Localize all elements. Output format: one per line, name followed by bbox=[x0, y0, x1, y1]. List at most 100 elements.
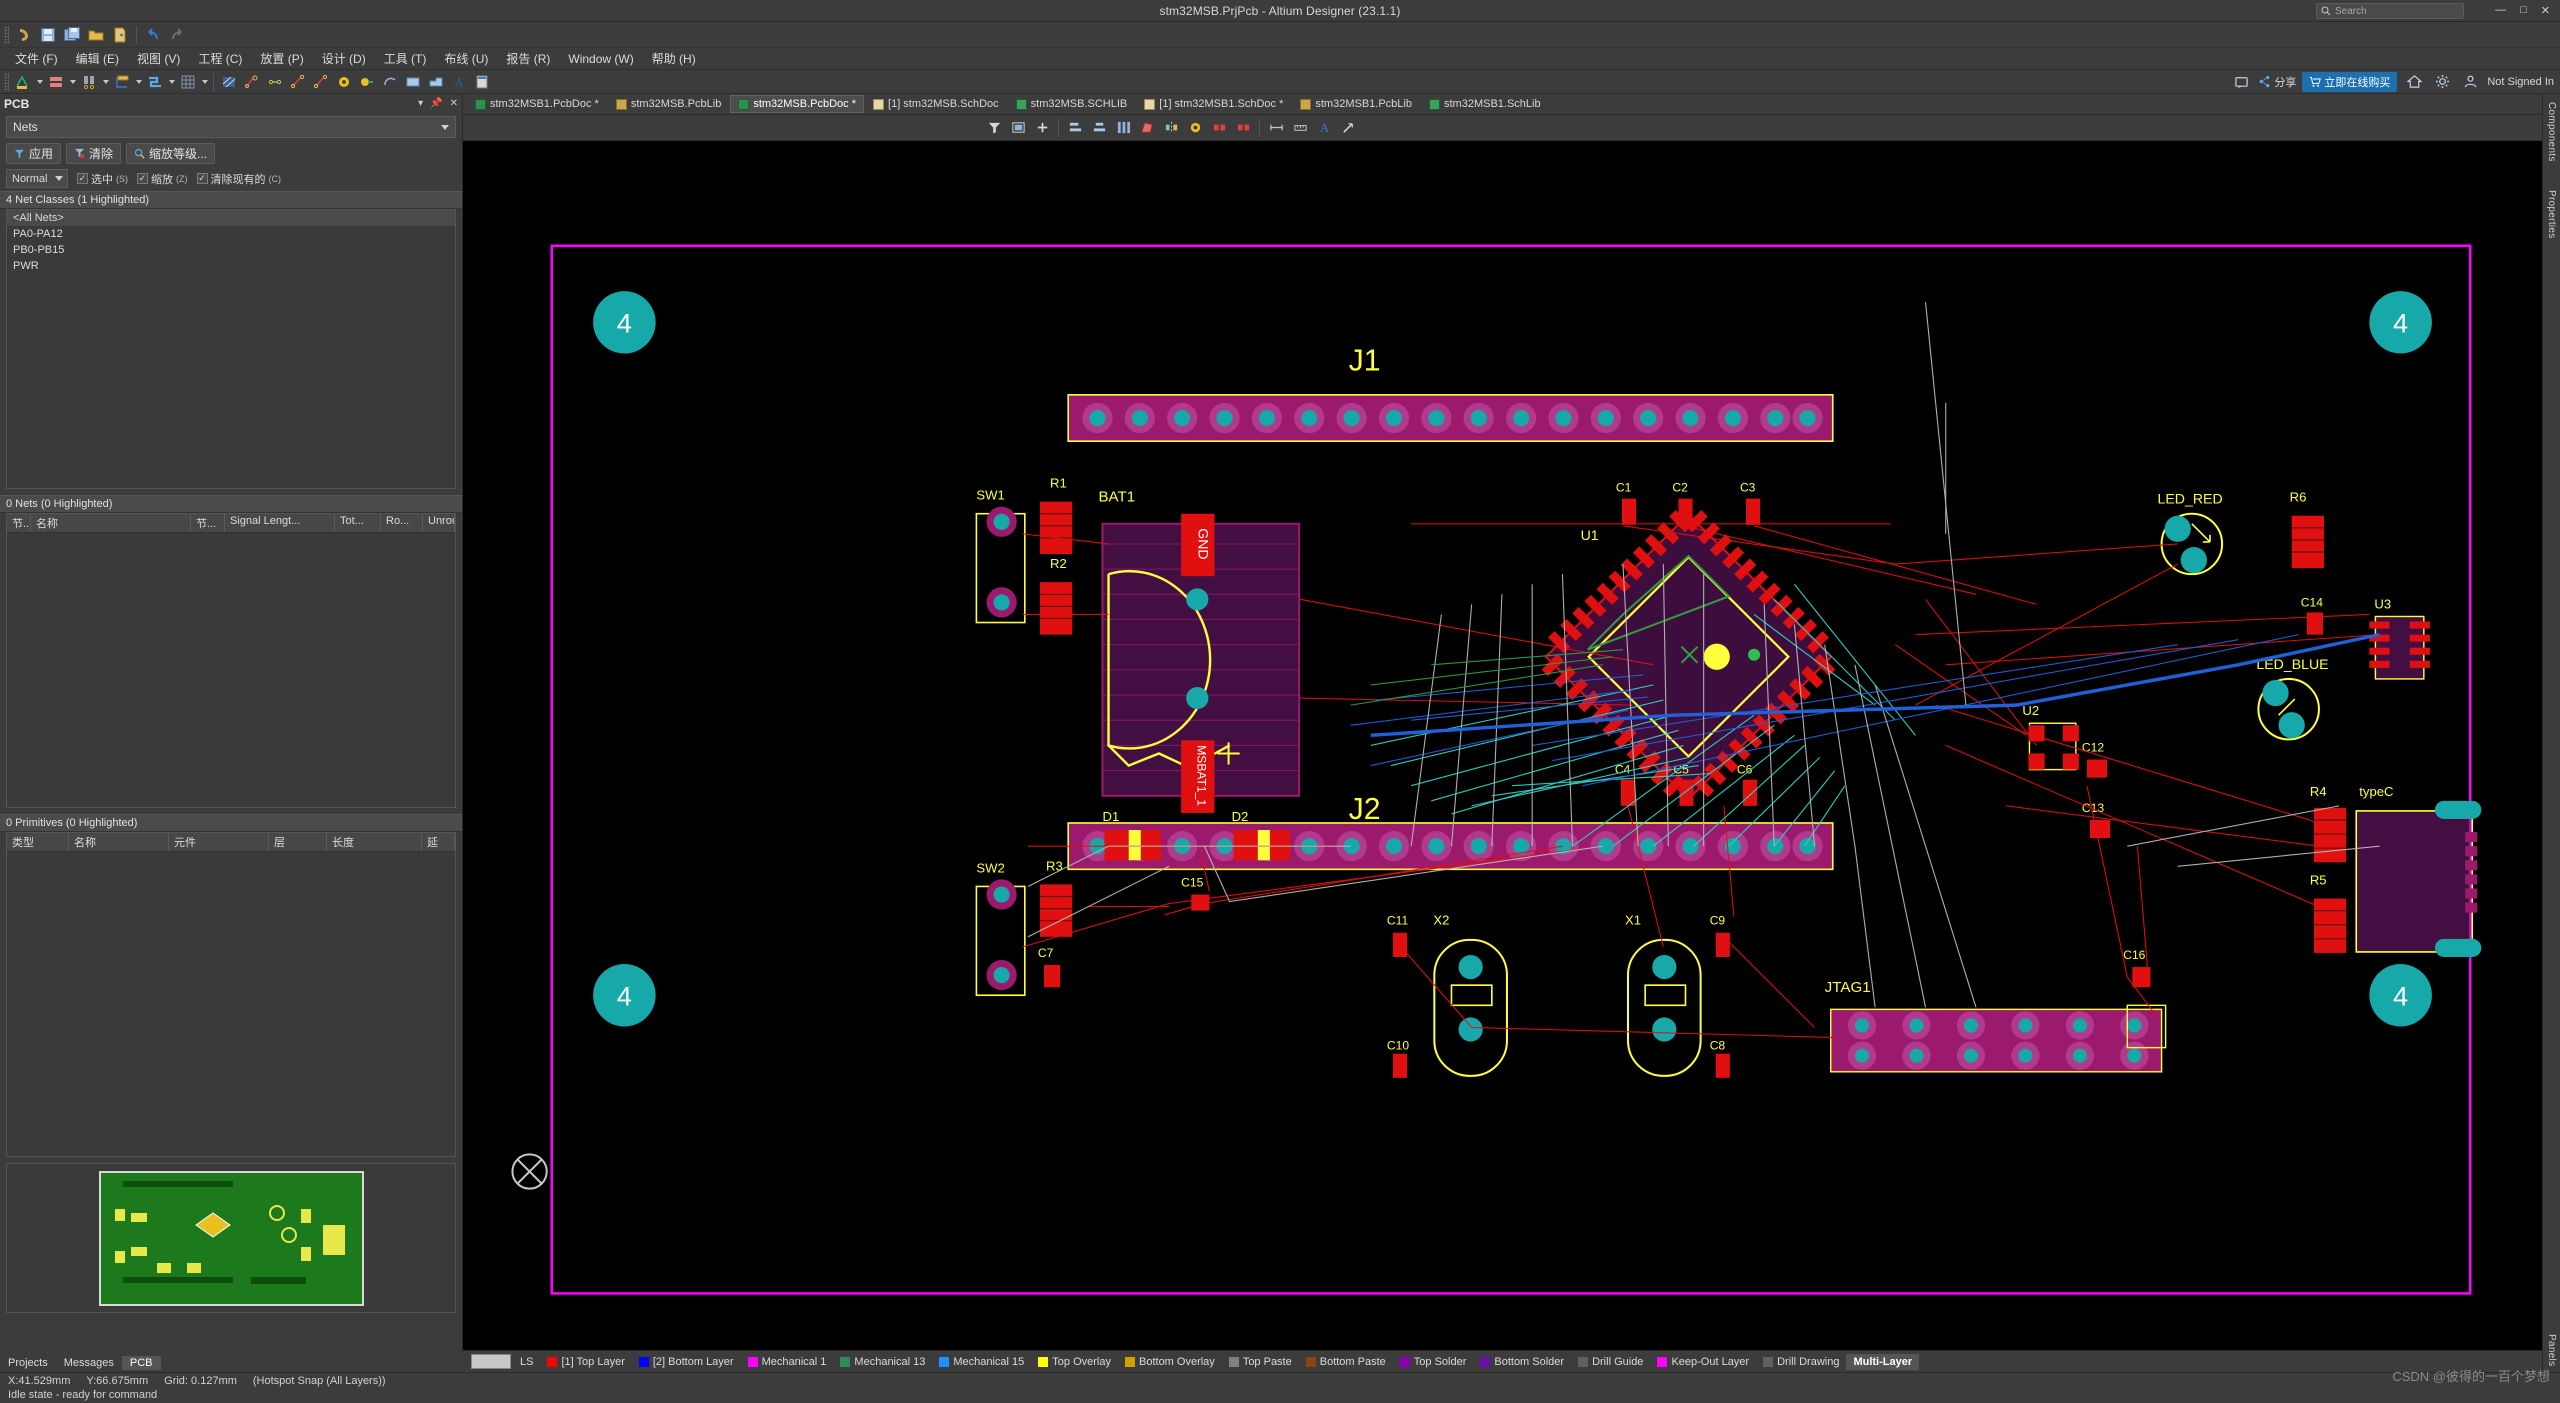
nets-list[interactable]: 节... 名称 节... Signal Lengt... Tot... Ro..… bbox=[6, 513, 456, 808]
place-via-icon[interactable] bbox=[241, 71, 263, 93]
route-icon[interactable] bbox=[144, 71, 166, 93]
home-icon[interactable] bbox=[2403, 71, 2425, 93]
select-checkbox[interactable] bbox=[77, 173, 88, 184]
menu-route[interactable]: 布线 (U) bbox=[435, 48, 497, 69]
place-comp-red-icon[interactable] bbox=[1208, 117, 1230, 139]
nets-col-3[interactable]: Signal Lengt... bbox=[225, 514, 335, 532]
tab-stm32msb1-schdoc[interactable]: [1] stm32MSB1.SchDoc * bbox=[1136, 95, 1291, 113]
close-icon[interactable]: ✕ bbox=[450, 98, 458, 109]
close-button[interactable]: ✕ bbox=[2541, 4, 2550, 17]
menu-tools[interactable]: 工具 (T) bbox=[375, 48, 436, 69]
tab-stm32msb-pcblib[interactable]: stm32MSB.PcbLib bbox=[608, 95, 729, 113]
nets-col-6[interactable]: Unrouted (M... bbox=[423, 514, 455, 532]
toolbar2-grip[interactable] bbox=[4, 72, 9, 91]
save-icon[interactable] bbox=[37, 24, 59, 46]
bottom-tab-pcb[interactable]: PCB bbox=[121, 1355, 161, 1370]
dock-tab-components[interactable]: Components bbox=[2546, 102, 2557, 162]
layer-tab-top-paste[interactable]: Top Paste bbox=[1222, 1354, 1299, 1370]
chevron-down-icon[interactable]: ▾ bbox=[418, 98, 423, 109]
route-dropdown[interactable] bbox=[167, 71, 176, 93]
list-item[interactable]: <All Nets> bbox=[7, 210, 455, 226]
option-clear-existing[interactable]: 清除现有的 (C) bbox=[196, 171, 281, 187]
altium-logo-icon[interactable] bbox=[13, 24, 35, 46]
menu-file[interactable]: 文件 (F) bbox=[6, 48, 67, 69]
prim-col-1[interactable]: 名称 bbox=[69, 833, 169, 851]
nets-col-4[interactable]: Tot... bbox=[335, 514, 381, 532]
place-rect-fill-icon[interactable] bbox=[402, 71, 424, 93]
prim-col-5[interactable]: 延 bbox=[422, 833, 455, 851]
layer-tab-multi-layer[interactable]: Multi-Layer bbox=[1846, 1353, 1920, 1370]
new-document-icon[interactable] bbox=[109, 24, 131, 46]
clear-existing-checkbox[interactable] bbox=[196, 173, 208, 184]
dock-tab-panels[interactable]: Panels bbox=[2546, 1334, 2557, 1366]
list-item[interactable]: PB0-PB15 bbox=[7, 242, 455, 258]
layer-tab-mechanical-15[interactable]: Mechanical 15 bbox=[932, 1354, 1031, 1370]
grid-dropdown[interactable] bbox=[200, 71, 209, 93]
ruler-icon[interactable] bbox=[1289, 117, 1311, 139]
bottom-tab-projects[interactable]: Projects bbox=[0, 1356, 56, 1370]
nets-col-0[interactable]: 节... bbox=[7, 514, 31, 532]
pin-icon[interactable]: 📌 bbox=[430, 98, 442, 109]
place-track-icon[interactable] bbox=[310, 71, 332, 93]
mode-select[interactable]: Normal bbox=[6, 169, 68, 188]
menu-place[interactable]: 放置 (P) bbox=[251, 48, 312, 69]
nets-col-2[interactable]: 节... bbox=[191, 514, 225, 532]
primitives-list[interactable]: 类型 名称 元件 层 长度 延 bbox=[6, 832, 456, 1157]
dimension-icon[interactable] bbox=[1265, 117, 1287, 139]
prim-col-2[interactable]: 元件 bbox=[169, 833, 269, 851]
user-icon[interactable] bbox=[2459, 71, 2481, 93]
layer-sets-swatch[interactable] bbox=[471, 1354, 511, 1369]
prim-col-3[interactable]: 层 bbox=[269, 833, 327, 851]
filter-funnel-icon[interactable] bbox=[983, 117, 1005, 139]
add-icon[interactable] bbox=[1031, 117, 1053, 139]
measure-dropdown[interactable] bbox=[134, 71, 143, 93]
flip-icon[interactable] bbox=[1160, 117, 1182, 139]
place-pad-icon[interactable] bbox=[45, 71, 67, 93]
place-string-icon[interactable]: A bbox=[448, 71, 470, 93]
layer-tab-drill-guide[interactable]: Drill Guide bbox=[1571, 1354, 1650, 1370]
gear-icon[interactable] bbox=[2431, 71, 2453, 93]
highlight-net-icon[interactable] bbox=[1184, 117, 1206, 139]
align-center-icon[interactable] bbox=[1088, 117, 1110, 139]
nets-col-5[interactable]: Ro... bbox=[381, 514, 423, 532]
menu-project[interactable]: 工程 (C) bbox=[189, 48, 251, 69]
layer-tab-mechanical-13[interactable]: Mechanical 13 bbox=[833, 1354, 932, 1370]
place-pad-dropdown[interactable] bbox=[68, 71, 77, 93]
bottom-tab-messages[interactable]: Messages bbox=[56, 1356, 122, 1370]
place-arc-center-icon[interactable] bbox=[379, 71, 401, 93]
align-left-icon[interactable] bbox=[1064, 117, 1086, 139]
text-tool-icon[interactable]: A bbox=[1313, 117, 1335, 139]
place-line-dropdown[interactable] bbox=[35, 71, 44, 93]
signin-label[interactable]: Not Signed In bbox=[2487, 76, 2554, 88]
zoom-checkbox[interactable] bbox=[137, 173, 148, 184]
board-thumbnail[interactable] bbox=[6, 1163, 456, 1313]
minimize-button[interactable]: — bbox=[2495, 4, 2506, 17]
scope-select[interactable]: Nets bbox=[6, 116, 456, 138]
place-fill-icon[interactable] bbox=[218, 71, 240, 93]
tab-stm32msb1-pcblib[interactable]: stm32MSB1.PcbLib bbox=[1292, 95, 1420, 113]
tab-stm32msb-pcbdoc[interactable]: stm32MSB.PcbDoc * bbox=[730, 95, 865, 113]
layer-tab-bottom-overlay[interactable]: Bottom Overlay bbox=[1118, 1354, 1222, 1370]
layer-tab-top-overlay[interactable]: Top Overlay bbox=[1031, 1354, 1118, 1370]
tab-stm32msb1-schlib[interactable]: stm32MSB1.SchLib bbox=[1421, 95, 1549, 113]
maximize-button[interactable]: □ bbox=[2520, 4, 2527, 17]
place-region-icon[interactable] bbox=[425, 71, 447, 93]
list-item[interactable]: PA0-PA12 bbox=[7, 226, 455, 242]
prim-col-0[interactable]: 类型 bbox=[7, 833, 69, 851]
tab-stm32msb1-pcbdoc[interactable]: stm32MSB1.PcbDoc * bbox=[467, 95, 607, 113]
place-via2-icon[interactable] bbox=[356, 71, 378, 93]
menu-edit[interactable]: 编辑 (E) bbox=[67, 48, 128, 69]
place-arc-icon[interactable] bbox=[264, 71, 286, 93]
layer-tab-mechanical-1[interactable]: Mechanical 1 bbox=[741, 1354, 834, 1370]
dock-tab-properties[interactable]: Properties bbox=[2546, 190, 2557, 239]
grid-icon[interactable] bbox=[177, 71, 199, 93]
layer-tab-top-solder[interactable]: Top Solder bbox=[1393, 1354, 1474, 1370]
prim-col-4[interactable]: 长度 bbox=[327, 833, 422, 851]
share-button[interactable]: 分享 bbox=[2258, 74, 2296, 90]
layer-tab-bottom-solder[interactable]: Bottom Solder bbox=[1473, 1354, 1571, 1370]
list-item[interactable]: PWR bbox=[7, 258, 455, 274]
redo-icon[interactable] bbox=[166, 24, 188, 46]
place-pad-round-icon[interactable] bbox=[333, 71, 355, 93]
place-comp-red2-icon[interactable] bbox=[1232, 117, 1254, 139]
align-distribute-icon[interactable] bbox=[1112, 117, 1134, 139]
